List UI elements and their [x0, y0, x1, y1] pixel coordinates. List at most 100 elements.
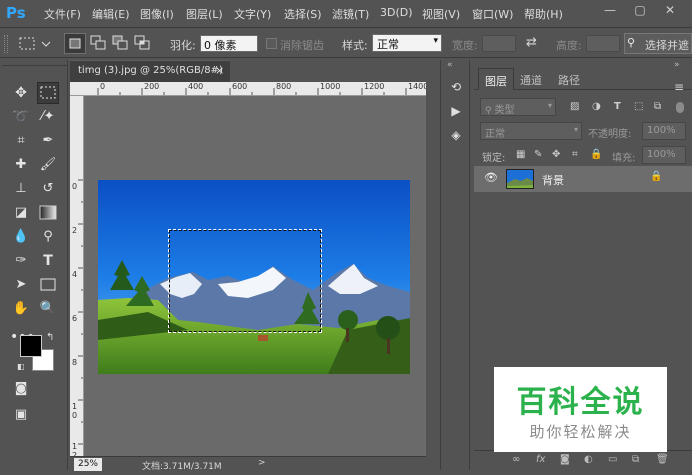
restore-button[interactable]: ▢	[628, 3, 652, 23]
layer-row[interactable]: 👁 背景 🔒	[474, 166, 692, 192]
close-icon[interactable]: ×	[215, 64, 224, 77]
brush-tool[interactable]: 🖌	[37, 154, 59, 176]
lock-transparent-icon[interactable]: ▦	[516, 149, 525, 160]
lock-artboard-icon[interactable]: ⌗	[572, 149, 578, 160]
play-actions-icon[interactable]: ▶	[447, 104, 465, 122]
gradient-tool[interactable]	[37, 202, 59, 224]
opacity-input[interactable]: 100%	[642, 122, 686, 140]
filter-shape-icon[interactable]: ⬚	[634, 101, 643, 112]
select-and-mask-button[interactable]: ⚲ 选择并遮	[624, 33, 692, 54]
blend-mode-select[interactable]: 正常 ▾	[480, 122, 582, 140]
rectangle-tool[interactable]	[37, 274, 59, 296]
eye-icon[interactable]: 👁	[484, 171, 498, 184]
intersect-selection-button[interactable]	[132, 33, 154, 54]
filter-adjustment-icon[interactable]: ◑	[592, 101, 601, 112]
menu-file[interactable]: 文件(F)	[44, 6, 81, 22]
hand-tool[interactable]: ✋	[10, 298, 32, 320]
swap-dimensions-icon[interactable]: ⇄	[526, 35, 537, 50]
document-tab[interactable]: timg (3).jpg @ 25%(RGB/8#) ×	[70, 60, 230, 82]
screen-mode-button[interactable]: ▣	[10, 404, 32, 426]
fx-icon[interactable]: fx	[536, 454, 545, 465]
lock-position-icon[interactable]: ✥	[552, 149, 560, 160]
adjustment-icon[interactable]: ◐	[584, 454, 593, 465]
filter-toggle-icon[interactable]	[676, 102, 684, 113]
marquee-selection[interactable]	[168, 229, 322, 333]
minimize-button[interactable]: —	[598, 3, 622, 23]
lasso-tool[interactable]: ➰	[10, 106, 32, 128]
type-tool[interactable]: T	[37, 250, 59, 272]
menu-type[interactable]: 文字(Y)	[234, 6, 271, 22]
folder-icon[interactable]: ▭	[608, 454, 617, 465]
status-menu-arrow[interactable]: >	[258, 458, 266, 468]
height-input[interactable]	[586, 35, 620, 52]
foreground-color-swatch[interactable]	[20, 335, 42, 357]
fill-input[interactable]: 100%	[642, 146, 686, 164]
rect-marquee-icon	[40, 86, 56, 99]
menu-view[interactable]: 视图(V)	[422, 6, 460, 22]
menu-image[interactable]: 图像(I)	[140, 6, 174, 22]
close-button[interactable]: ✕	[658, 3, 682, 23]
trash-icon[interactable]: 🗑	[656, 454, 669, 465]
mask-icon[interactable]: ◙	[560, 454, 570, 465]
path-selection-tool[interactable]: ➤	[10, 274, 32, 296]
blur-tool[interactable]: 💧	[10, 226, 32, 248]
opacity-label: 不透明度:	[588, 129, 632, 140]
feather-input[interactable]: 0 像素	[200, 35, 258, 52]
menu-window[interactable]: 窗口(W)	[472, 6, 513, 22]
filter-type-icon[interactable]: T	[614, 101, 621, 112]
default-colors-icon[interactable]: ◧	[17, 362, 25, 371]
width-input[interactable]	[482, 35, 516, 52]
tab-layers[interactable]: 图层	[478, 68, 514, 90]
lock-icon[interactable]: 🔒	[650, 171, 662, 182]
menu-layer[interactable]: 图层(L)	[186, 6, 223, 22]
subtract-selection-icon	[112, 35, 128, 50]
style-select[interactable]: 正常 ▾	[372, 34, 442, 52]
history-icon[interactable]: ⟲	[447, 80, 465, 98]
filter-pixel-icon[interactable]: ▨	[570, 101, 579, 112]
tools-collapse-handle[interactable]	[2, 60, 68, 66]
crop-tool[interactable]: ⌗	[10, 130, 32, 152]
chevron-down-icon: ▾	[573, 125, 578, 134]
antialias-checkbox[interactable]	[266, 38, 277, 49]
filter-kind-select[interactable]: ⚲ 类型 ▾	[480, 98, 556, 116]
search-icon: ⚲	[627, 36, 636, 49]
healing-brush-tool[interactable]: ✚	[10, 154, 32, 176]
zoom-level-field[interactable]: 25%	[74, 458, 102, 471]
menu-filter[interactable]: 滤镜(T)	[332, 6, 369, 22]
new-layer-icon[interactable]: ⧉	[632, 454, 639, 465]
move-tool[interactable]: ✥	[10, 82, 32, 104]
menu-select[interactable]: 选择(S)	[284, 6, 322, 22]
link-icon[interactable]: ∞	[512, 454, 520, 465]
menu-edit[interactable]: 编辑(E)	[92, 6, 130, 22]
eraser-tool[interactable]: ◪	[10, 202, 32, 224]
eyedropper-tool[interactable]: ✒	[37, 130, 59, 152]
lock-brush-icon[interactable]: ✎	[534, 149, 542, 160]
zoom-tool[interactable]: 🔍	[37, 298, 59, 320]
subtract-selection-button[interactable]	[110, 33, 132, 54]
style-select-value: 正常	[377, 38, 399, 51]
tool-preset-picker[interactable]	[18, 36, 54, 52]
grip-handle[interactable]	[4, 35, 8, 53]
add-selection-button[interactable]	[88, 33, 110, 54]
pen-tool[interactable]: ✑	[10, 250, 32, 272]
lock-all-icon[interactable]: 🔒	[590, 149, 602, 160]
collapse-arrows-icon[interactable]: «	[447, 60, 453, 70]
feather-label: 羽化:	[170, 39, 196, 52]
horizontal-ruler[interactable]: 0 200 400 600 800 1000 1200 1400	[70, 82, 426, 96]
panel-menu-icon[interactable]: ≡	[674, 80, 684, 94]
menu-help[interactable]: 帮助(H)	[524, 6, 563, 22]
clone-stamp-tool[interactable]: ⊥	[10, 178, 32, 200]
magic-wand-tool[interactable]: ⁄✦	[37, 106, 59, 128]
dodge-tool[interactable]: ⚲	[37, 226, 59, 248]
history-brush-tool[interactable]: ↺	[37, 178, 59, 200]
marquee-tool[interactable]	[37, 82, 59, 104]
swap-colors-icon[interactable]: ↰	[46, 332, 54, 343]
menu-3d[interactable]: 3D(D)	[380, 6, 413, 19]
vertical-ruler[interactable]: 0 2 4 6 8 1 0 1 2	[70, 96, 84, 456]
filter-smart-object-icon[interactable]: ⧉	[654, 101, 661, 112]
3d-icon[interactable]: ◈	[447, 128, 465, 146]
tab-paths[interactable]: 路径	[552, 68, 586, 90]
tab-channels[interactable]: 通道	[514, 68, 548, 90]
new-selection-button[interactable]	[64, 33, 86, 54]
quick-mask-button[interactable]: ◙	[10, 378, 32, 400]
